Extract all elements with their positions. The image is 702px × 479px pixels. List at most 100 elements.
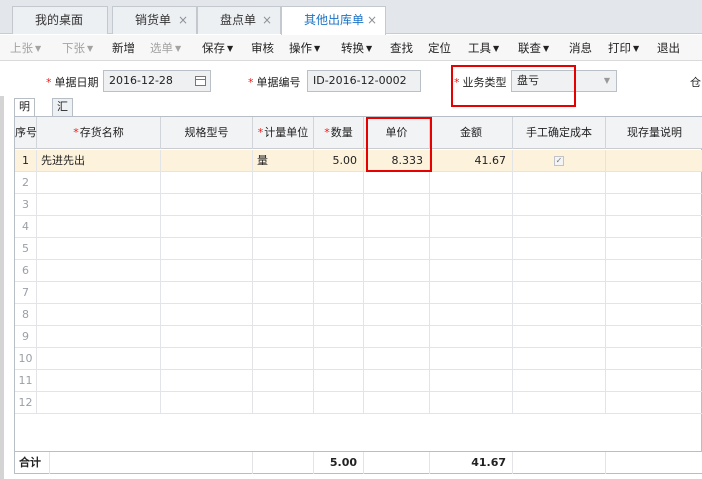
cell-qty[interactable] <box>314 348 364 370</box>
cell-qty[interactable] <box>314 392 364 414</box>
cell-amount[interactable] <box>430 326 513 348</box>
cell-item-name[interactable] <box>37 348 161 370</box>
cell-item-name[interactable] <box>37 282 161 304</box>
cell-item-name[interactable] <box>37 304 161 326</box>
tab-stocktake[interactable]: 盘点单 × <box>197 6 281 34</box>
table-row[interactable]: 8 <box>15 304 702 326</box>
cell-qty[interactable] <box>314 304 364 326</box>
cell-amount[interactable] <box>430 392 513 414</box>
cell-manual-cost[interactable] <box>513 216 606 238</box>
tab-my-desktop[interactable]: 我的桌面 <box>12 6 108 34</box>
table-row[interactable]: 9 <box>15 326 702 348</box>
cell-manual-cost[interactable] <box>513 260 606 282</box>
cell-unit-price[interactable] <box>364 194 430 216</box>
tab-sales-order[interactable]: 销货单 × <box>112 6 197 34</box>
cell-unit[interactable] <box>253 304 314 326</box>
cell-unit-price[interactable] <box>364 238 430 260</box>
audit-button[interactable]: 审核 <box>251 40 274 56</box>
cell-unit[interactable] <box>253 216 314 238</box>
cell-unit-price[interactable] <box>364 172 430 194</box>
cell-manual-cost[interactable]: ✓ <box>513 150 606 172</box>
cell-amount[interactable] <box>430 348 513 370</box>
document-number-field[interactable]: ID-2016-12-0002 <box>307 70 421 92</box>
cell-unit-price[interactable] <box>364 304 430 326</box>
table-row[interactable]: 2 <box>15 172 702 194</box>
cell-manual-cost[interactable] <box>513 172 606 194</box>
cell-item-name[interactable]: 先进先出 <box>37 150 161 172</box>
header-qty[interactable]: *数量 <box>314 117 364 149</box>
cell-stock-note[interactable] <box>606 172 702 194</box>
cell-amount[interactable] <box>430 194 513 216</box>
cell-item-name[interactable] <box>37 370 161 392</box>
cell-manual-cost[interactable] <box>513 348 606 370</box>
close-icon[interactable]: × <box>262 7 272 33</box>
table-row[interactable]: 10 <box>15 348 702 370</box>
table-row[interactable]: 12 <box>15 392 702 414</box>
cell-qty[interactable] <box>314 216 364 238</box>
cell-stock-note[interactable] <box>606 304 702 326</box>
cell-unit[interactable] <box>253 238 314 260</box>
cell-stock-note[interactable] <box>606 260 702 282</box>
cell-unit[interactable] <box>253 260 314 282</box>
cell-amount[interactable] <box>430 260 513 282</box>
cell-item-name[interactable] <box>37 260 161 282</box>
cell-item-name[interactable] <box>37 216 161 238</box>
header-stock-note[interactable]: 现存量说明 <box>606 117 702 149</box>
cell-qty[interactable] <box>314 260 364 282</box>
header-spec[interactable]: 规格型号 <box>161 117 253 149</box>
cell-manual-cost[interactable] <box>513 238 606 260</box>
table-row[interactable]: 11 <box>15 370 702 392</box>
cell-qty[interactable] <box>314 326 364 348</box>
cell-unit-price[interactable] <box>364 326 430 348</box>
cell-stock-note[interactable] <box>606 238 702 260</box>
table-row[interactable]: 3 <box>15 194 702 216</box>
select-order-button[interactable]: 选单 ▼ <box>150 40 181 56</box>
cell-unit[interactable] <box>253 348 314 370</box>
prev-button[interactable]: 上张 ▼ <box>10 40 41 56</box>
cell-spec[interactable] <box>161 392 253 414</box>
cell-spec[interactable] <box>161 260 253 282</box>
cell-manual-cost[interactable] <box>513 304 606 326</box>
cell-spec[interactable] <box>161 194 253 216</box>
cell-unit-price[interactable] <box>364 348 430 370</box>
tab-detail[interactable]: 明细 <box>14 98 35 129</box>
cell-amount[interactable]: 41.67 <box>430 150 513 172</box>
cell-item-name[interactable] <box>37 194 161 216</box>
calendar-icon[interactable] <box>195 76 206 86</box>
cell-unit[interactable] <box>253 172 314 194</box>
cell-qty[interactable] <box>314 238 364 260</box>
cell-unit-price[interactable] <box>364 216 430 238</box>
cell-manual-cost[interactable] <box>513 370 606 392</box>
cell-item-name[interactable] <box>37 172 161 194</box>
cell-spec[interactable] <box>161 304 253 326</box>
cell-unit[interactable] <box>253 370 314 392</box>
cell-manual-cost[interactable] <box>513 326 606 348</box>
print-button[interactable]: 打印 ▼ <box>608 40 639 56</box>
table-row[interactable]: 7 <box>15 282 702 304</box>
message-button[interactable]: 消息 <box>569 40 592 56</box>
cell-unit-price[interactable] <box>364 260 430 282</box>
operate-button[interactable]: 操作 ▼ <box>289 40 320 56</box>
cell-spec[interactable] <box>161 150 253 172</box>
chevron-down-icon[interactable]: ▼ <box>604 71 610 91</box>
cell-amount[interactable] <box>430 216 513 238</box>
link-query-button[interactable]: 联查 ▼ <box>518 40 549 56</box>
cell-qty[interactable]: 5.00 <box>314 150 364 172</box>
cell-stock-note[interactable] <box>606 216 702 238</box>
cell-stock-note[interactable] <box>606 326 702 348</box>
cell-item-name[interactable] <box>37 392 161 414</box>
cell-spec[interactable] <box>161 238 253 260</box>
convert-button[interactable]: 转换 ▼ <box>341 40 372 56</box>
cell-manual-cost[interactable] <box>513 282 606 304</box>
cell-item-name[interactable] <box>37 238 161 260</box>
cell-unit-price[interactable] <box>364 370 430 392</box>
manual-cost-checkbox[interactable]: ✓ <box>554 156 564 166</box>
cell-stock-note[interactable] <box>606 282 702 304</box>
date-field[interactable]: 2016-12-28 <box>103 70 211 92</box>
tab-other-outbound[interactable]: 其他出库单 × <box>281 6 386 35</box>
cell-stock-note[interactable] <box>606 370 702 392</box>
locate-button[interactable]: 定位 <box>428 40 451 56</box>
cell-qty[interactable] <box>314 370 364 392</box>
table-row[interactable]: 5 <box>15 238 702 260</box>
exit-button[interactable]: 退出 <box>657 40 680 56</box>
